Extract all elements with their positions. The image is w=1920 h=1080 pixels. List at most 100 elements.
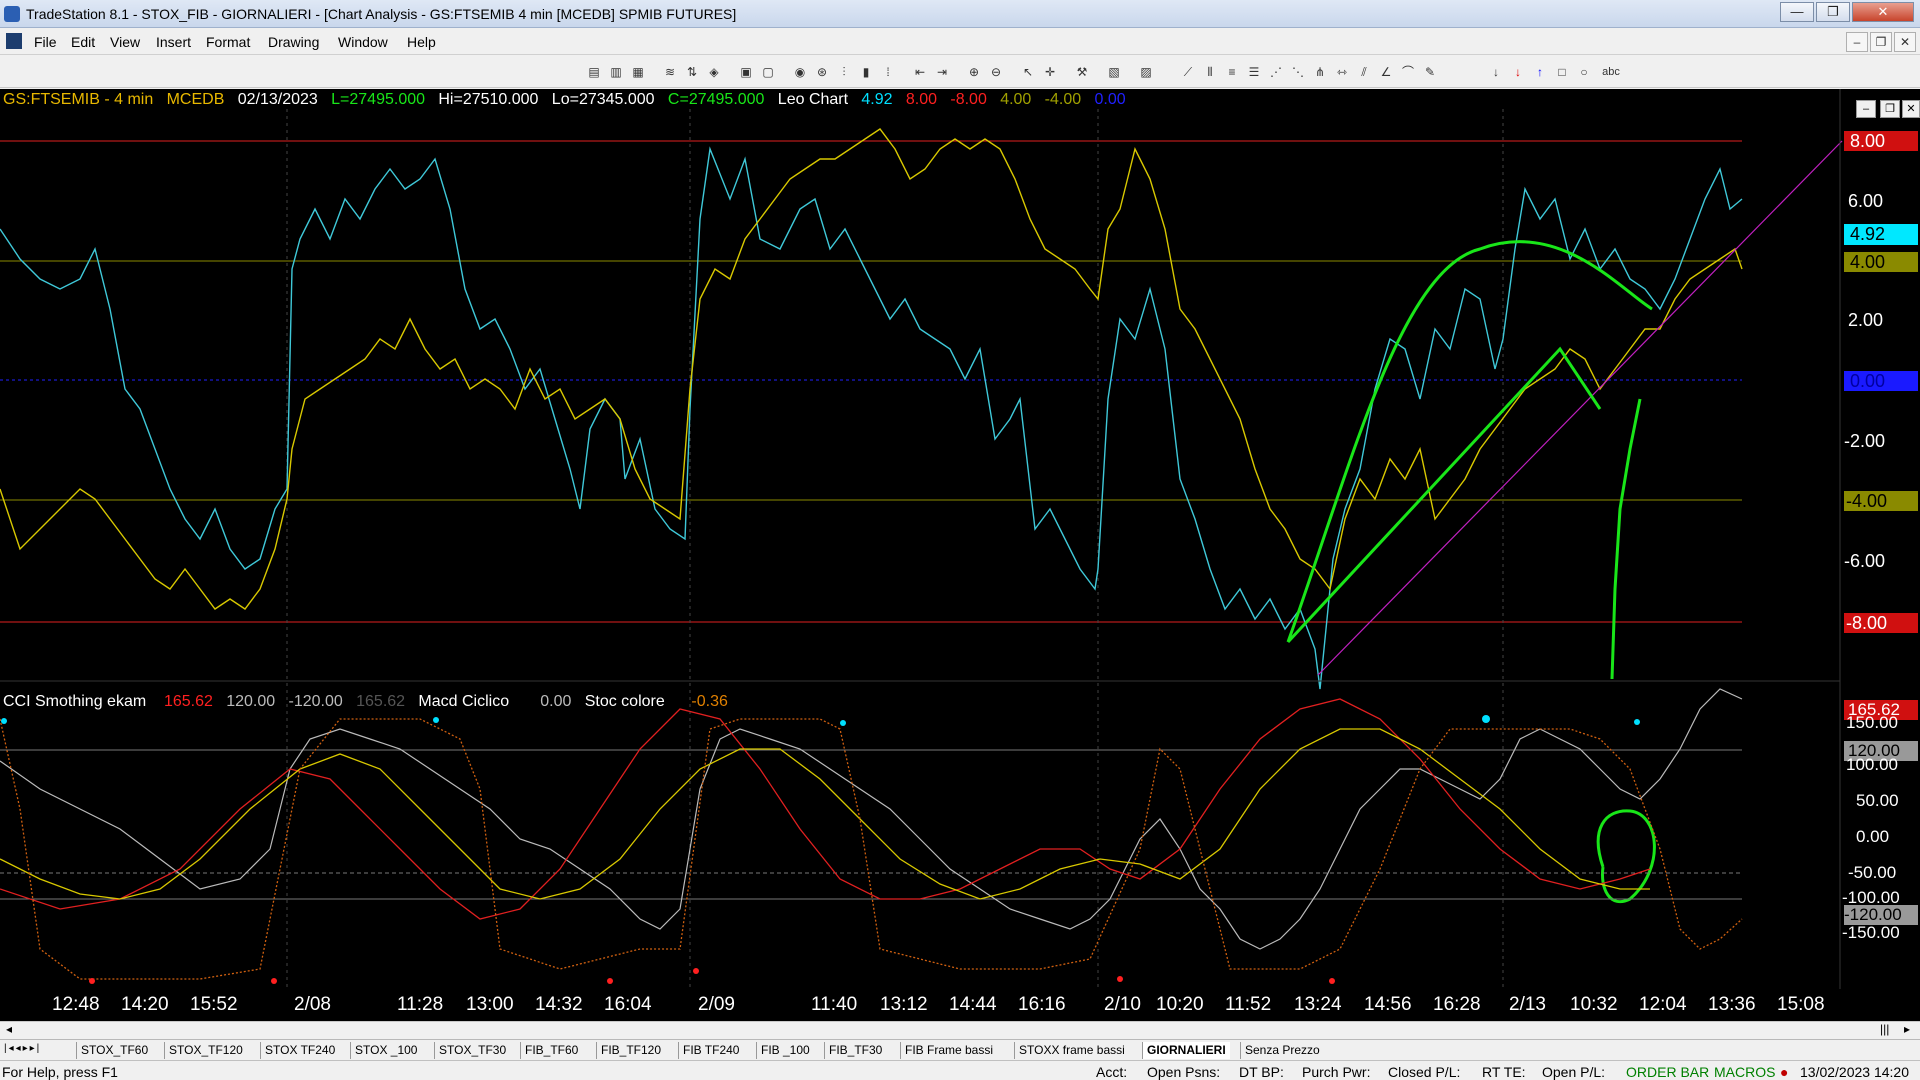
tab-nav-arrows-icon[interactable]: |◂◂▸▸| (4, 1043, 41, 1054)
lower-indicator-axis[interactable]: 165.62 150.00 120.00 100.00 50.00 0.00 -… (1842, 683, 1920, 989)
status-bar: For Help, press F1 Acct: Open Psns: DT B… (0, 1060, 1920, 1080)
lower-axis-label-0: 0.00 (1856, 827, 1890, 846)
order-bar-button[interactable]: ORDER BAR (1626, 1064, 1709, 1080)
tab-fib-100[interactable]: FIB _100 (756, 1042, 814, 1059)
tab-stox-tf240[interactable]: STOX TF240 (260, 1042, 339, 1059)
toolbar-hl-icon[interactable]: ⁞ (879, 63, 897, 81)
freehand-icon[interactable]: ✎ (1421, 63, 1439, 81)
toolbar-format-icon[interactable]: ▦ (629, 63, 647, 81)
tools-icon[interactable]: ⚒ (1073, 63, 1091, 81)
tab-fib-tf30[interactable]: FIB_TF30 (824, 1042, 886, 1059)
macros-button[interactable]: MACROS (1714, 1064, 1775, 1080)
chart-window-icon[interactable] (6, 33, 22, 49)
horizontal-scrollbar[interactable]: ◂ ||| ▸ (0, 1021, 1920, 1039)
toolbar-analysis-icon[interactable]: ◈ (705, 63, 723, 81)
time-label: 13:24 (1294, 994, 1342, 1015)
toolbar-scroll-right-icon[interactable]: ⇥ (933, 63, 951, 81)
crosshair-icon[interactable]: ✛ (1041, 63, 1059, 81)
menu-help[interactable]: Help (407, 34, 436, 50)
upper-price-axis[interactable]: 8.00 6.00 4.92 4.00 2.00 0.00 -2.00 -4.0… (1842, 89, 1920, 679)
cci-value-2: 120.00 (226, 693, 276, 710)
toolbar-line-chart-icon[interactable]: ▢ (759, 63, 777, 81)
scroll-right-icon[interactable]: ▸ (1904, 1022, 1910, 1036)
time-label: 11:52 (1225, 994, 1272, 1015)
andrews-pitchfork-icon[interactable]: ⋔ (1311, 63, 1329, 81)
arrow-down-icon[interactable]: ↓ (1487, 63, 1505, 81)
scroll-thumb[interactable]: ||| (1880, 1022, 1889, 1036)
tab-stox-tf60[interactable]: STOX_TF60 (76, 1042, 152, 1059)
parallel-lines-icon[interactable]: ⫽ (1355, 63, 1373, 81)
horizontal-lines-icon[interactable]: ≡ (1223, 63, 1241, 81)
tab-stox-tf30[interactable]: STOX_TF30 (434, 1042, 510, 1059)
menu-window[interactable]: Window (338, 34, 388, 50)
tradestation-logo-icon (4, 6, 20, 22)
maximize-button[interactable]: ❐ (1816, 2, 1850, 22)
rt-te-label: RT TE: (1482, 1064, 1526, 1080)
trendline-icon[interactable]: ⟋ (1179, 63, 1197, 81)
toolbar-insert-symbol-icon[interactable]: ▤ (585, 63, 603, 81)
menu-drawing[interactable]: Drawing (268, 34, 319, 50)
tab-fib-frame-bassi[interactable]: FIB Frame bassi (900, 1042, 997, 1059)
pointer-icon[interactable]: ↖ (1019, 63, 1037, 81)
toolbar-scroll-left-icon[interactable]: ⇤ (911, 63, 929, 81)
chart-analysis-window[interactable]: GS:FTSEMIB - 4 min MCEDB 02/13/2023 L=27… (0, 89, 1920, 1021)
arc-icon[interactable]: ⌒ (1399, 63, 1417, 81)
tab-fib-tf240[interactable]: FIB TF240 (678, 1042, 743, 1059)
mdi-close-button[interactable]: ✕ (1894, 32, 1916, 52)
window-title: TradeStation 8.1 - STOX_FIB - GIORNALIER… (26, 6, 737, 22)
buy-arrow-icon[interactable]: ↑ (1531, 63, 1549, 81)
text-tool-icon[interactable]: abc (1597, 63, 1625, 81)
time-label: 16:04 (604, 994, 652, 1015)
last-price: L=27495.000 (331, 91, 426, 108)
tab-stox-tf120[interactable]: STOX_TF120 (164, 1042, 247, 1059)
mdi-restore-button[interactable]: ❐ (1870, 32, 1892, 52)
tab-fib-tf60[interactable]: FIB_TF60 (520, 1042, 582, 1059)
study-value-2: 8.00 (905, 91, 938, 108)
axis-label-minus-6: -6.00 (1844, 551, 1886, 571)
close-price: C=27495.000 (667, 91, 765, 108)
time-axis[interactable]: 12:48 14:20 15:52 2/08 11:28 13:00 14:32… (0, 989, 1840, 1019)
tab-stox-100[interactable]: STOX _100 (350, 1042, 421, 1059)
study-label: Leo Chart (777, 91, 849, 108)
speed-lines-icon[interactable]: ⋰ (1267, 63, 1285, 81)
menu-edit[interactable]: Edit (71, 34, 95, 50)
mdi-minimize-button[interactable]: – (1846, 32, 1868, 52)
menu-insert[interactable]: Insert (156, 34, 191, 50)
open-pl-label: Open P/L: (1542, 1064, 1606, 1080)
menu-view[interactable]: View (110, 34, 140, 50)
ellipse-icon[interactable]: ○ (1575, 63, 1593, 81)
tab-stoxx-frame-bassi[interactable]: STOXX frame bassi (1014, 1042, 1129, 1059)
chart-properties-icon[interactable]: ▧ (1105, 63, 1123, 81)
fib-retracement-icon[interactable]: ☰ (1245, 63, 1263, 81)
zoom-in-icon[interactable]: ⊕ (965, 63, 983, 81)
regression-channel-icon[interactable]: ⇿ (1333, 63, 1351, 81)
minimize-button[interactable]: — (1780, 2, 1814, 22)
chart-canvas[interactable] (0, 89, 1920, 1021)
axis-label-6: 6.00 (1848, 191, 1884, 211)
toolbar-data-icon[interactable]: ⇅ (683, 63, 701, 81)
close-button[interactable]: ✕ (1852, 2, 1914, 22)
toolbar-insert-indicator-icon[interactable]: ▥ (607, 63, 625, 81)
tab-fib-tf120[interactable]: FIB_TF120 (596, 1042, 665, 1059)
toolbar-ohlc-icon[interactable]: ⫶ (835, 63, 853, 81)
toolbar-candle-icon[interactable]: ▮ (857, 63, 875, 81)
gann-fan-icon[interactable]: ⋱ (1289, 63, 1307, 81)
toolbar-bar-chart-icon[interactable]: ▣ (737, 63, 755, 81)
toolbar-radar-icon[interactable]: ◉ (791, 63, 809, 81)
scroll-left-icon[interactable]: ◂ (6, 1022, 12, 1036)
tab-giornalieri[interactable]: GIORNALIERI (1142, 1042, 1230, 1059)
toolbar-strategy-icon[interactable]: ≋ (661, 63, 679, 81)
angle-line-icon[interactable]: ∠ (1377, 63, 1395, 81)
sell-arrow-icon[interactable]: ↓ (1509, 63, 1527, 81)
zoom-out-icon[interactable]: ⊖ (987, 63, 1005, 81)
study-value-1: 4.92 (861, 91, 893, 108)
time-label: 13:12 (880, 994, 928, 1015)
vertical-lines-icon[interactable]: ⦀ (1201, 63, 1219, 81)
toolbar-scan-icon[interactable]: ⊛ (813, 63, 831, 81)
menu-file[interactable]: File (34, 34, 57, 50)
price-header: GS:FTSEMIB - 4 min MCEDB 02/13/2023 L=27… (3, 91, 1126, 109)
tab-senza-prezzo[interactable]: Senza Prezzo (1240, 1042, 1324, 1059)
rectangle-icon[interactable]: □ (1553, 63, 1571, 81)
cut-icon[interactable]: ▨ (1137, 63, 1155, 81)
menu-format[interactable]: Format (206, 34, 250, 50)
